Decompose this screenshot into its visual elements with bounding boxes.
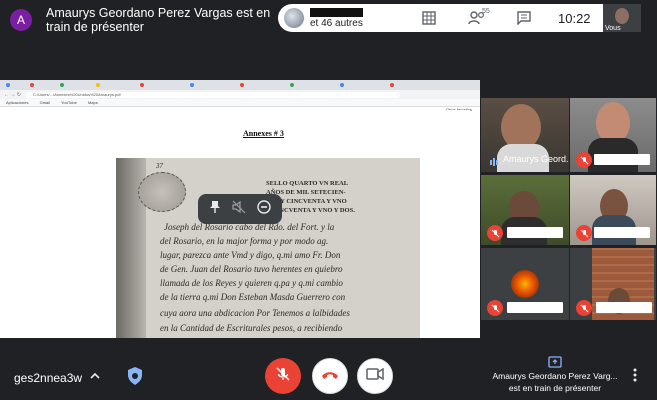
bookmarks-bar: Aplicaciones Gmail YouTube Maps xyxy=(0,99,480,107)
remove-icon[interactable] xyxy=(256,199,271,219)
pdf-page: Annexes # 3 37 SELLO QUARTO VN REAL AÑOS… xyxy=(10,110,470,338)
name-redacted xyxy=(507,227,563,238)
hang-up-button[interactable] xyxy=(312,358,348,394)
hang-up-icon xyxy=(321,367,339,385)
address-bar[interactable]: C:/Users/.../Annexes%20Unidos%20Amaurys.… xyxy=(24,91,400,98)
clock: 10:22 xyxy=(558,11,591,26)
meet-window: A Amaurys Geordano Perez Vargas est en t… xyxy=(0,0,657,400)
mute-audio-icon[interactable] xyxy=(232,200,246,219)
chat-icon[interactable] xyxy=(513,7,535,29)
presenter-avatar: A xyxy=(10,9,32,31)
meeting-code: ges2nnea3w xyxy=(14,371,83,385)
participant-avatar xyxy=(284,8,304,28)
participants-pill[interactable]: et 46 autres xyxy=(278,4,398,32)
participant-tile[interactable] xyxy=(481,248,569,320)
participant-tile[interactable]: Amaurys Geord... xyxy=(481,98,569,172)
pin-icon[interactable] xyxy=(209,200,221,219)
mic-off-icon xyxy=(576,300,592,316)
name-redacted xyxy=(594,227,650,238)
participants-others-count: et 46 autres xyxy=(310,18,363,29)
mic-off-icon xyxy=(576,225,592,241)
participant-name-redacted xyxy=(310,8,363,17)
participant-avatar xyxy=(511,270,539,298)
grid-layout-icon[interactable] xyxy=(418,7,440,29)
chevron-up-icon[interactable] xyxy=(89,369,101,387)
browser-tab-strip xyxy=(0,80,480,90)
participant-tile[interactable] xyxy=(570,248,656,320)
presenter-banner-text: Amaurys Geordano Perez Vargas est en tra… xyxy=(46,6,271,34)
name-redacted xyxy=(594,154,650,165)
mic-off-icon xyxy=(576,152,592,168)
shield-icon[interactable] xyxy=(126,366,144,391)
manuscript-image: 37 SELLO QUARTO VN REAL AÑOS DE MIL SETE… xyxy=(116,158,420,338)
participant-tile[interactable] xyxy=(570,175,656,245)
tile-label: Amaurys Geord... xyxy=(503,154,569,164)
presentation-status[interactable]: Amaurys Geordano Perez Varg... est en tr… xyxy=(486,356,624,394)
participants-count-badge: 55 xyxy=(482,8,490,15)
presenting-status-text: est en train de présenter xyxy=(508,383,602,393)
browser-toolbar: ← → ↻ C:/Users/.../Annexes%20Unidos%20Am… xyxy=(0,90,480,99)
annex-title: Annexes # 3 xyxy=(243,129,284,138)
more-vert-icon[interactable] xyxy=(632,367,638,388)
mic-off-icon xyxy=(275,366,291,387)
self-video xyxy=(615,8,629,24)
participant-tile[interactable] xyxy=(570,98,656,172)
mic-off-button[interactable] xyxy=(265,358,301,394)
mic-off-icon xyxy=(487,225,503,241)
self-view-tile[interactable]: Vous xyxy=(603,4,641,32)
tile-overlay-controls xyxy=(198,194,282,224)
mic-off-icon xyxy=(487,300,503,316)
top-controls-bar: 55 10:22 xyxy=(398,4,603,32)
presenter-banner: A Amaurys Geordano Perez Vargas est en t… xyxy=(10,5,272,35)
audio-level-icon xyxy=(489,154,499,172)
name-redacted xyxy=(596,302,652,313)
camera-icon xyxy=(366,367,384,385)
name-redacted xyxy=(507,302,563,313)
participant-tile[interactable] xyxy=(481,175,569,245)
present-icon xyxy=(548,356,562,368)
self-label: Vous xyxy=(605,25,621,32)
presenter-name: Amaurys Geordano Perez Varg... xyxy=(492,371,618,381)
camera-button[interactable] xyxy=(357,358,393,394)
seal-image xyxy=(138,172,186,212)
